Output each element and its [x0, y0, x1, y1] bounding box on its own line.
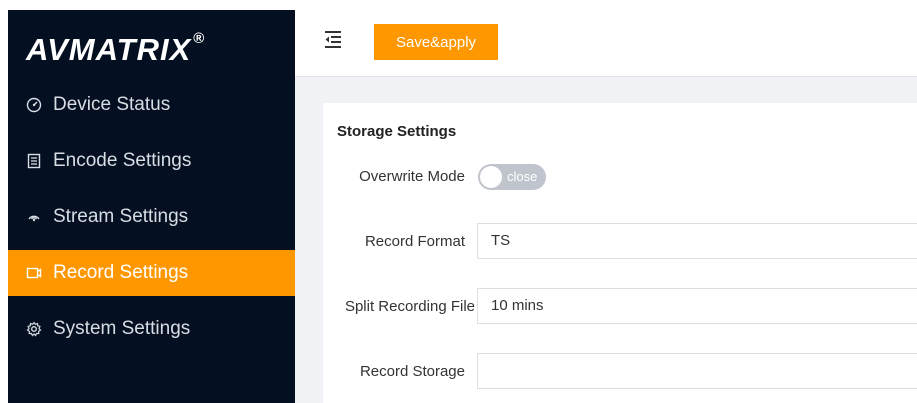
- sidebar-item-label: Stream Settings: [53, 206, 189, 227]
- section-title: Storage Settings: [337, 123, 457, 140]
- record-storage-label: Record Storage: [359, 363, 465, 380]
- overwrite-mode-toggle[interactable]: close: [478, 164, 546, 190]
- sidebar-item-label: Device Status: [53, 94, 171, 115]
- brand-logo: AVMATRIX ®: [26, 30, 206, 72]
- sidebar-item-encode-settings[interactable]: Encode Settings: [8, 138, 295, 184]
- sidebar-item-label: System Settings: [53, 318, 191, 339]
- sidebar-item-label: Encode Settings: [53, 150, 192, 171]
- record-storage-select[interactable]: [477, 353, 917, 389]
- toggle-state-label: close: [507, 169, 538, 184]
- top-toolbar: Save&apply: [295, 10, 917, 77]
- record-format-select[interactable]: TS: [477, 223, 917, 259]
- sidebar-item-label: Record Settings: [53, 262, 189, 283]
- sidebar-item-record-settings[interactable]: Record Settings: [8, 250, 295, 296]
- sidebar-item-stream-settings[interactable]: Stream Settings: [8, 194, 295, 240]
- document-icon: [25, 152, 43, 170]
- registered-mark: ®: [193, 30, 206, 47]
- overwrite-mode-label: Overwrite Mode: [359, 168, 465, 185]
- storage-settings-card: Storage Settings Overwrite Mode close Re…: [323, 103, 917, 403]
- brand-name: AVMATRIX: [26, 32, 192, 67]
- stream-icon: [25, 208, 43, 226]
- record-icon: [25, 264, 43, 282]
- collapse-menu-icon[interactable]: [323, 29, 343, 49]
- split-recording-select[interactable]: 10 mins: [477, 288, 917, 324]
- sidebar-item-system-settings[interactable]: System Settings: [8, 306, 295, 352]
- sidebar: AVMATRIX ® Device Status Encode Settings …: [8, 10, 295, 403]
- save-apply-button[interactable]: Save&apply: [374, 24, 498, 60]
- gauge-icon: [25, 96, 43, 114]
- split-recording-label: Split Recording File: [344, 298, 475, 315]
- toggle-knob: [480, 166, 502, 188]
- record-format-label: Record Format: [364, 233, 465, 250]
- gear-icon: [25, 320, 43, 338]
- sidebar-item-device-status[interactable]: Device Status: [8, 82, 295, 128]
